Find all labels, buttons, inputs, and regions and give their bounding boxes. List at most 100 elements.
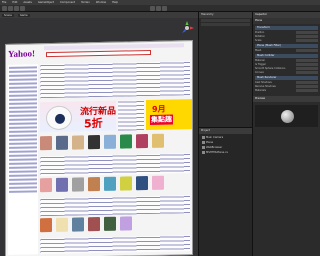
- component-mesh-filter: Plane (Mesh Filter) Mesh: [255, 44, 318, 52]
- component-mesh-collider: Mesh Collider Material Is Trigger Smooth…: [255, 54, 318, 74]
- component-title[interactable]: Mesh Collider: [255, 54, 318, 58]
- prop-label: Materials: [255, 89, 266, 92]
- product-thumbnail[interactable]: [72, 177, 84, 192]
- prop-field[interactable]: [296, 39, 318, 42]
- prop-field[interactable]: [296, 31, 318, 34]
- news-links-block: [40, 61, 190, 99]
- site-logo: Yahoo!: [8, 48, 36, 59]
- prop-label: Convex: [255, 71, 264, 74]
- rotate-tool-icon[interactable]: [14, 6, 19, 11]
- footer-links-block: [40, 235, 190, 255]
- product-thumbnail[interactable]: [40, 218, 52, 233]
- prop-field[interactable]: [296, 63, 318, 66]
- product-thumbnail[interactable]: [88, 177, 100, 192]
- prop-field[interactable]: [296, 81, 318, 84]
- product-thumbnail[interactable]: [152, 133, 164, 148]
- product-thumbnail[interactable]: [88, 135, 100, 150]
- component-transform: Transform Position Rotation Scale: [255, 26, 318, 42]
- project-file-label: WebBrowser: [206, 146, 223, 149]
- menu-terrain[interactable]: Terrain: [81, 1, 90, 4]
- project-file[interactable]: Main Camera: [202, 136, 249, 139]
- hierarchy-panel: Hierarchy: [198, 12, 252, 127]
- toolbar: [0, 5, 320, 12]
- prop-field[interactable]: [296, 89, 318, 92]
- project-file-label: Main Camera: [206, 136, 224, 139]
- sheep-mascot-icon: [46, 105, 72, 131]
- menu-edit[interactable]: Edit: [12, 1, 17, 4]
- product-thumbnail[interactable]: [104, 176, 116, 191]
- play-button[interactable]: [150, 6, 155, 11]
- product-thumbnail[interactable]: [136, 176, 148, 191]
- product-thumbnail[interactable]: [120, 176, 132, 191]
- preview-sphere-icon: [281, 110, 294, 123]
- menu-gameobject[interactable]: GameObject: [38, 1, 54, 4]
- menu-help[interactable]: Help: [112, 1, 118, 4]
- product-thumbnail[interactable]: [72, 135, 84, 150]
- menu-component[interactable]: Component: [60, 1, 75, 4]
- product-thumbnail[interactable]: [40, 178, 52, 193]
- script-icon: [202, 151, 205, 154]
- project-file-label: Plane: [206, 141, 214, 144]
- hand-tool-icon[interactable]: [2, 6, 7, 11]
- menu-file[interactable]: File: [2, 1, 6, 4]
- product-thumbnail[interactable]: [120, 134, 132, 149]
- menu-window[interactable]: Window: [96, 1, 106, 4]
- promo-banner-main[interactable]: 流行新品 5折: [40, 100, 116, 133]
- prop-label: Material: [255, 59, 265, 62]
- listing-links-block: [40, 153, 190, 177]
- prop-label: Smooth Sphere Collisions: [255, 67, 286, 70]
- scene-viewport[interactable]: Yahoo! 流行新品 5折 9月 集點趣: [0, 18, 198, 256]
- project-tab[interactable]: Project: [199, 128, 252, 134]
- scale-tool-icon[interactable]: [20, 6, 25, 11]
- prop-label: Is Trigger: [255, 63, 266, 66]
- move-tool-icon[interactable]: [8, 6, 13, 11]
- menu-assets[interactable]: Assets: [23, 1, 31, 4]
- preview-label: Preview: [253, 96, 320, 102]
- project-panel: Project Main Camera Plane WebBrowser MSH…: [198, 127, 252, 256]
- component-title[interactable]: Plane (Mesh Filter): [255, 44, 318, 48]
- promo-banner-side[interactable]: 9月 集點趣: [146, 99, 192, 131]
- product-thumbnail[interactable]: [136, 134, 148, 149]
- product-thumbnail[interactable]: [120, 216, 132, 231]
- step-button[interactable]: [162, 6, 167, 11]
- object-name[interactable]: Plane: [253, 18, 320, 24]
- product-thumbnail[interactable]: [88, 217, 100, 232]
- hierarchy-row[interactable]: [201, 23, 250, 26]
- prop-label: Receive Shadows: [255, 85, 276, 88]
- product-thumbnail[interactable]: [72, 217, 84, 232]
- tab-game[interactable]: Game: [17, 13, 30, 17]
- component-title[interactable]: Mesh Renderer: [255, 76, 318, 80]
- material-preview[interactable]: [255, 105, 318, 127]
- prop-field[interactable]: [296, 71, 318, 74]
- prop-field[interactable]: [296, 59, 318, 62]
- prop-field[interactable]: [296, 67, 318, 70]
- product-thumbnail[interactable]: [56, 135, 68, 150]
- prop-field[interactable]: [296, 49, 318, 52]
- project-file[interactable]: MSHTMLPlane.cs: [202, 151, 249, 154]
- product-thumbnail[interactable]: [56, 177, 68, 192]
- component-title[interactable]: Transform: [255, 26, 318, 30]
- prop-label: Mesh: [255, 49, 262, 52]
- product-thumbnail[interactable]: [104, 134, 116, 149]
- prop-field[interactable]: [296, 35, 318, 38]
- side-links-block: [118, 100, 144, 131]
- banner-side-subtitle: 集點趣: [150, 114, 173, 125]
- product-thumbnail[interactable]: [152, 175, 164, 190]
- product-thumbnail[interactable]: [104, 216, 116, 231]
- prop-label: Scale: [255, 39, 262, 42]
- product-thumbnail[interactable]: [40, 136, 52, 151]
- product-thumbnail[interactable]: [56, 217, 68, 232]
- search-input[interactable]: [46, 49, 151, 58]
- hierarchy-tab[interactable]: Hierarchy: [199, 12, 252, 18]
- tab-scene[interactable]: Scene: [2, 13, 14, 17]
- orientation-gizmo-icon[interactable]: [180, 21, 194, 35]
- camera-icon: [202, 136, 205, 139]
- project-file[interactable]: WebBrowser: [202, 146, 249, 149]
- inspector-panel: Inspector Plane Transform Position Rotat…: [252, 12, 320, 256]
- hierarchy-row[interactable]: [201, 19, 250, 22]
- pause-button[interactable]: [156, 6, 161, 11]
- prop-field[interactable]: [296, 85, 318, 88]
- bottom-links-block: [40, 195, 190, 217]
- web-page-plane[interactable]: Yahoo! 流行新品 5折 9月 集點趣: [5, 40, 193, 256]
- project-file[interactable]: Plane: [202, 141, 249, 144]
